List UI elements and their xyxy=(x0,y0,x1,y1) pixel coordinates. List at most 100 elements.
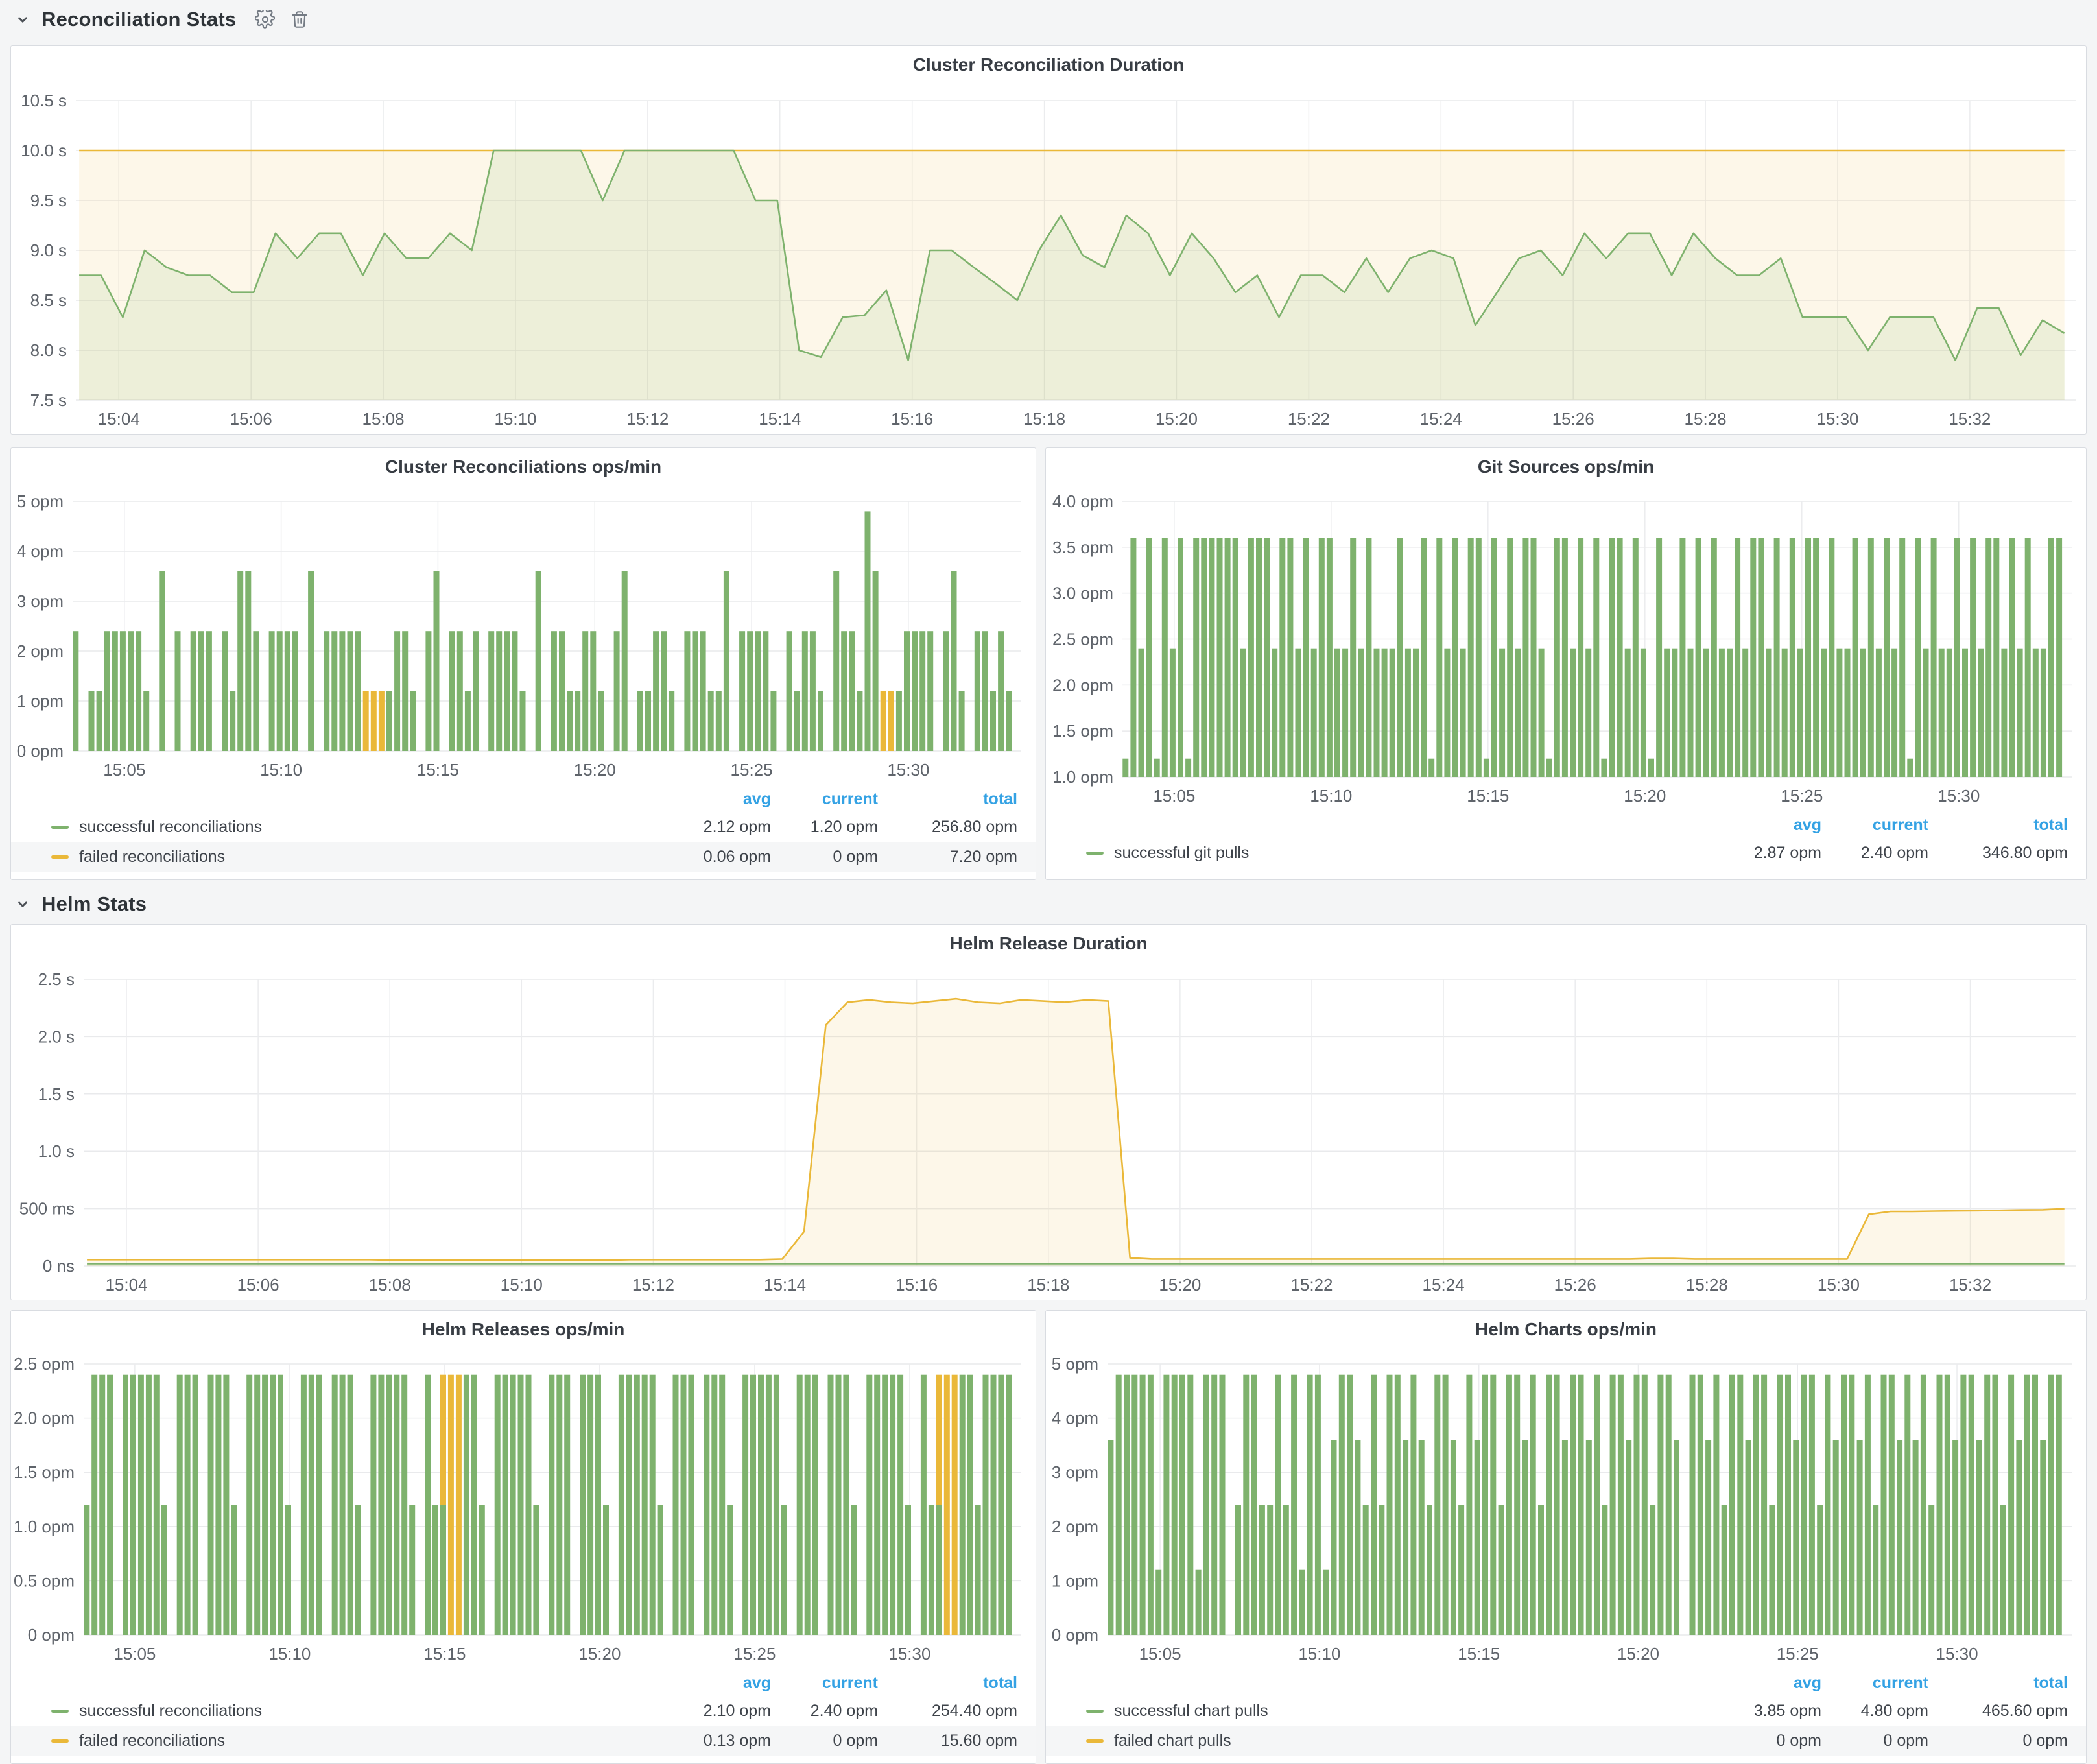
legend-col-current[interactable]: current xyxy=(1821,1674,1928,1693)
cluster-reconciliations-ops-chart[interactable]: 0 opm1 opm2 opm3 opm4 opm5 opm15:0515:10… xyxy=(11,486,1036,786)
series-label[interactable]: successful chart pulls xyxy=(1114,1702,1268,1721)
svg-text:10.5 s: 10.5 s xyxy=(21,91,67,110)
svg-text:1.0 opm: 1.0 opm xyxy=(1052,767,1113,787)
section-title[interactable]: Helm Stats xyxy=(41,892,147,916)
svg-text:1 opm: 1 opm xyxy=(1052,1571,1098,1590)
svg-text:3 opm: 3 opm xyxy=(17,591,64,611)
series-label[interactable]: failed chart pulls xyxy=(1114,1732,1231,1750)
panel-title[interactable]: Cluster Reconciliation Duration xyxy=(11,46,2086,84)
svg-text:15:16: 15:16 xyxy=(895,1275,938,1294)
svg-text:15:30: 15:30 xyxy=(1937,786,1980,805)
legend-col-total[interactable]: total xyxy=(878,1674,1017,1693)
svg-text:15:10: 15:10 xyxy=(1310,786,1352,805)
svg-text:7.5 s: 7.5 s xyxy=(30,390,67,410)
legend-row-successful-reconciliations[interactable]: successful reconciliations 2.12 opm 1.20… xyxy=(11,812,1036,842)
svg-text:0 opm: 0 opm xyxy=(28,1625,75,1645)
svg-text:15:14: 15:14 xyxy=(764,1275,806,1294)
svg-text:15:20: 15:20 xyxy=(1159,1275,1201,1294)
svg-text:1 opm: 1 opm xyxy=(17,691,64,711)
svg-text:15:10: 15:10 xyxy=(494,409,536,429)
svg-text:15:22: 15:22 xyxy=(1290,1275,1333,1294)
stat-current: 0 opm xyxy=(771,848,878,866)
legend-col-avg[interactable]: avg xyxy=(664,1674,771,1693)
helm-release-duration-chart[interactable]: 0 ns500 ms1.0 s1.5 s2.0 s2.5 s15:0415:06… xyxy=(11,962,2086,1300)
svg-text:9.5 s: 9.5 s xyxy=(30,191,67,210)
series-color-dash xyxy=(51,1710,69,1713)
legend-row-failed-reconciliations[interactable]: failed reconciliations 0.06 opm 0 opm 7.… xyxy=(11,842,1036,872)
panel-title[interactable]: Helm Release Duration xyxy=(11,925,2086,962)
stat-current: 1.20 opm xyxy=(771,818,878,837)
legend-col-current[interactable]: current xyxy=(1821,816,1928,835)
series-label[interactable]: failed reconciliations xyxy=(79,848,225,866)
svg-text:15:20: 15:20 xyxy=(578,1644,621,1663)
svg-text:15:05: 15:05 xyxy=(1139,1644,1181,1663)
svg-text:15:25: 15:25 xyxy=(733,1644,776,1663)
section-header-helm-stats[interactable]: Helm Stats xyxy=(14,890,147,918)
legend-col-avg[interactable]: avg xyxy=(1714,1674,1821,1693)
svg-text:3.0 opm: 3.0 opm xyxy=(1052,584,1113,603)
svg-text:2.0 s: 2.0 s xyxy=(38,1027,75,1046)
svg-text:1.5 opm: 1.5 opm xyxy=(1052,721,1113,741)
cluster-reconciliations-ops-svg[interactable]: 0 opm1 opm2 opm3 opm4 opm5 opm15:0515:10… xyxy=(11,486,1036,786)
legend-col-avg[interactable]: avg xyxy=(664,790,771,809)
series-label[interactable]: successful git pulls xyxy=(1114,844,1249,863)
helm-releases-ops-chart[interactable]: 0 opm0.5 opm1.0 opm1.5 opm2.0 opm2.5 opm… xyxy=(11,1348,1036,1670)
svg-text:4.0 opm: 4.0 opm xyxy=(1052,492,1113,511)
legend-col-current[interactable]: current xyxy=(771,1674,878,1693)
svg-text:15:24: 15:24 xyxy=(1420,409,1462,429)
chevron-down-icon[interactable] xyxy=(14,896,31,912)
legend-header-row: avg current total xyxy=(1046,1670,2086,1696)
legend-col-total[interactable]: total xyxy=(1928,1674,2068,1693)
svg-text:15:20: 15:20 xyxy=(1617,1644,1659,1663)
legend-row-successful-chart-pulls[interactable]: successful chart pulls 3.85 opm 4.80 opm… xyxy=(1046,1696,2086,1726)
section-header-reconciliation-stats[interactable]: Reconciliation Stats xyxy=(14,5,309,34)
series-label[interactable]: failed reconciliations xyxy=(79,1732,225,1750)
svg-text:2 opm: 2 opm xyxy=(17,641,64,661)
svg-text:15:28: 15:28 xyxy=(1685,409,1727,429)
legend-col-total[interactable]: total xyxy=(1928,816,2068,835)
panel-title[interactable]: Git Sources ops/min xyxy=(1046,448,2086,486)
panel-title[interactable]: Helm Releases ops/min xyxy=(11,1311,1036,1348)
chevron-down-icon[interactable] xyxy=(14,11,31,28)
helm-charts-ops-chart[interactable]: 0 opm1 opm2 opm3 opm4 opm5 opm15:0515:10… xyxy=(1046,1348,2086,1670)
panel-title[interactable]: Cluster Reconciliations ops/min xyxy=(11,448,1036,486)
panel-cluster-reconciliations-ops: Cluster Reconciliations ops/min 0 opm 1 o… xyxy=(10,447,1036,880)
helm-releases-ops-svg[interactable]: 0 opm0.5 opm1.0 opm1.5 opm2.0 opm2.5 opm… xyxy=(11,1348,1036,1670)
svg-text:0 opm: 0 opm xyxy=(17,741,64,761)
cluster-reconciliation-duration-chart[interactable]: 7.5 s8.0 s8.5 s9.0 s9.5 s10.0 s10.5 s15:… xyxy=(11,84,2086,434)
legend-col-total[interactable]: total xyxy=(878,790,1017,809)
legend-header-row: avg current total xyxy=(11,1670,1036,1696)
svg-text:2.0 opm: 2.0 opm xyxy=(14,1409,75,1428)
stat-avg: 2.87 opm xyxy=(1714,844,1821,863)
gear-icon[interactable] xyxy=(255,10,275,29)
legend-row-failed-reconciliations[interactable]: failed reconciliations 0.13 opm 0 opm 15… xyxy=(11,1726,1036,1756)
legend-row-successful-git-pulls[interactable]: successful git pulls 2.87 opm 2.40 opm 3… xyxy=(1046,838,2086,868)
svg-text:15:20: 15:20 xyxy=(1155,409,1198,429)
svg-text:9.0 s: 9.0 s xyxy=(30,241,67,260)
legend-row-failed-chart-pulls[interactable]: failed chart pulls 0 opm 0 opm 0 opm xyxy=(1046,1726,2086,1756)
svg-text:4 opm: 4 opm xyxy=(1052,1409,1098,1428)
legend-row-successful-reconciliations[interactable]: successful reconciliations 2.10 opm 2.40… xyxy=(11,1696,1036,1726)
legend-col-current[interactable]: current xyxy=(771,790,878,809)
stat-total: 254.40 opm xyxy=(878,1702,1017,1721)
panel-title[interactable]: Helm Charts ops/min xyxy=(1046,1311,2086,1348)
stat-total: 465.60 opm xyxy=(1928,1702,2068,1721)
stat-total: 0 opm xyxy=(1928,1732,2068,1750)
legend-col-avg[interactable]: avg xyxy=(1714,816,1821,835)
svg-text:10.0 s: 10.0 s xyxy=(21,141,67,160)
svg-text:15:10: 15:10 xyxy=(268,1644,311,1663)
trash-icon[interactable] xyxy=(290,10,309,29)
git-sources-ops-svg[interactable]: 1.0 opm1.5 opm2.0 opm2.5 opm3.0 opm3.5 o… xyxy=(1046,486,2086,812)
svg-text:15:30: 15:30 xyxy=(888,1644,930,1663)
svg-text:15:30: 15:30 xyxy=(1816,409,1858,429)
helm-release-duration-svg[interactable]: 0 ns500 ms1.0 s1.5 s2.0 s2.5 s15:0415:06… xyxy=(11,962,2086,1300)
legend-header-row: avg current total xyxy=(1046,812,2086,838)
git-sources-ops-chart[interactable]: 1.0 opm1.5 opm2.0 opm2.5 opm3.0 opm3.5 o… xyxy=(1046,486,2086,812)
helm-charts-ops-svg[interactable]: 0 opm1 opm2 opm3 opm4 opm5 opm15:0515:10… xyxy=(1046,1348,2086,1670)
svg-text:15:10: 15:10 xyxy=(260,760,302,780)
series-label[interactable]: successful reconciliations xyxy=(79,818,262,837)
section-title[interactable]: Reconciliation Stats xyxy=(41,8,236,31)
cluster-reconciliation-duration-svg[interactable]: 7.5 s8.0 s8.5 s9.0 s9.5 s10.0 s10.5 s15:… xyxy=(11,84,2086,434)
series-label[interactable]: successful reconciliations xyxy=(79,1702,262,1721)
svg-text:15:05: 15:05 xyxy=(113,1644,156,1663)
